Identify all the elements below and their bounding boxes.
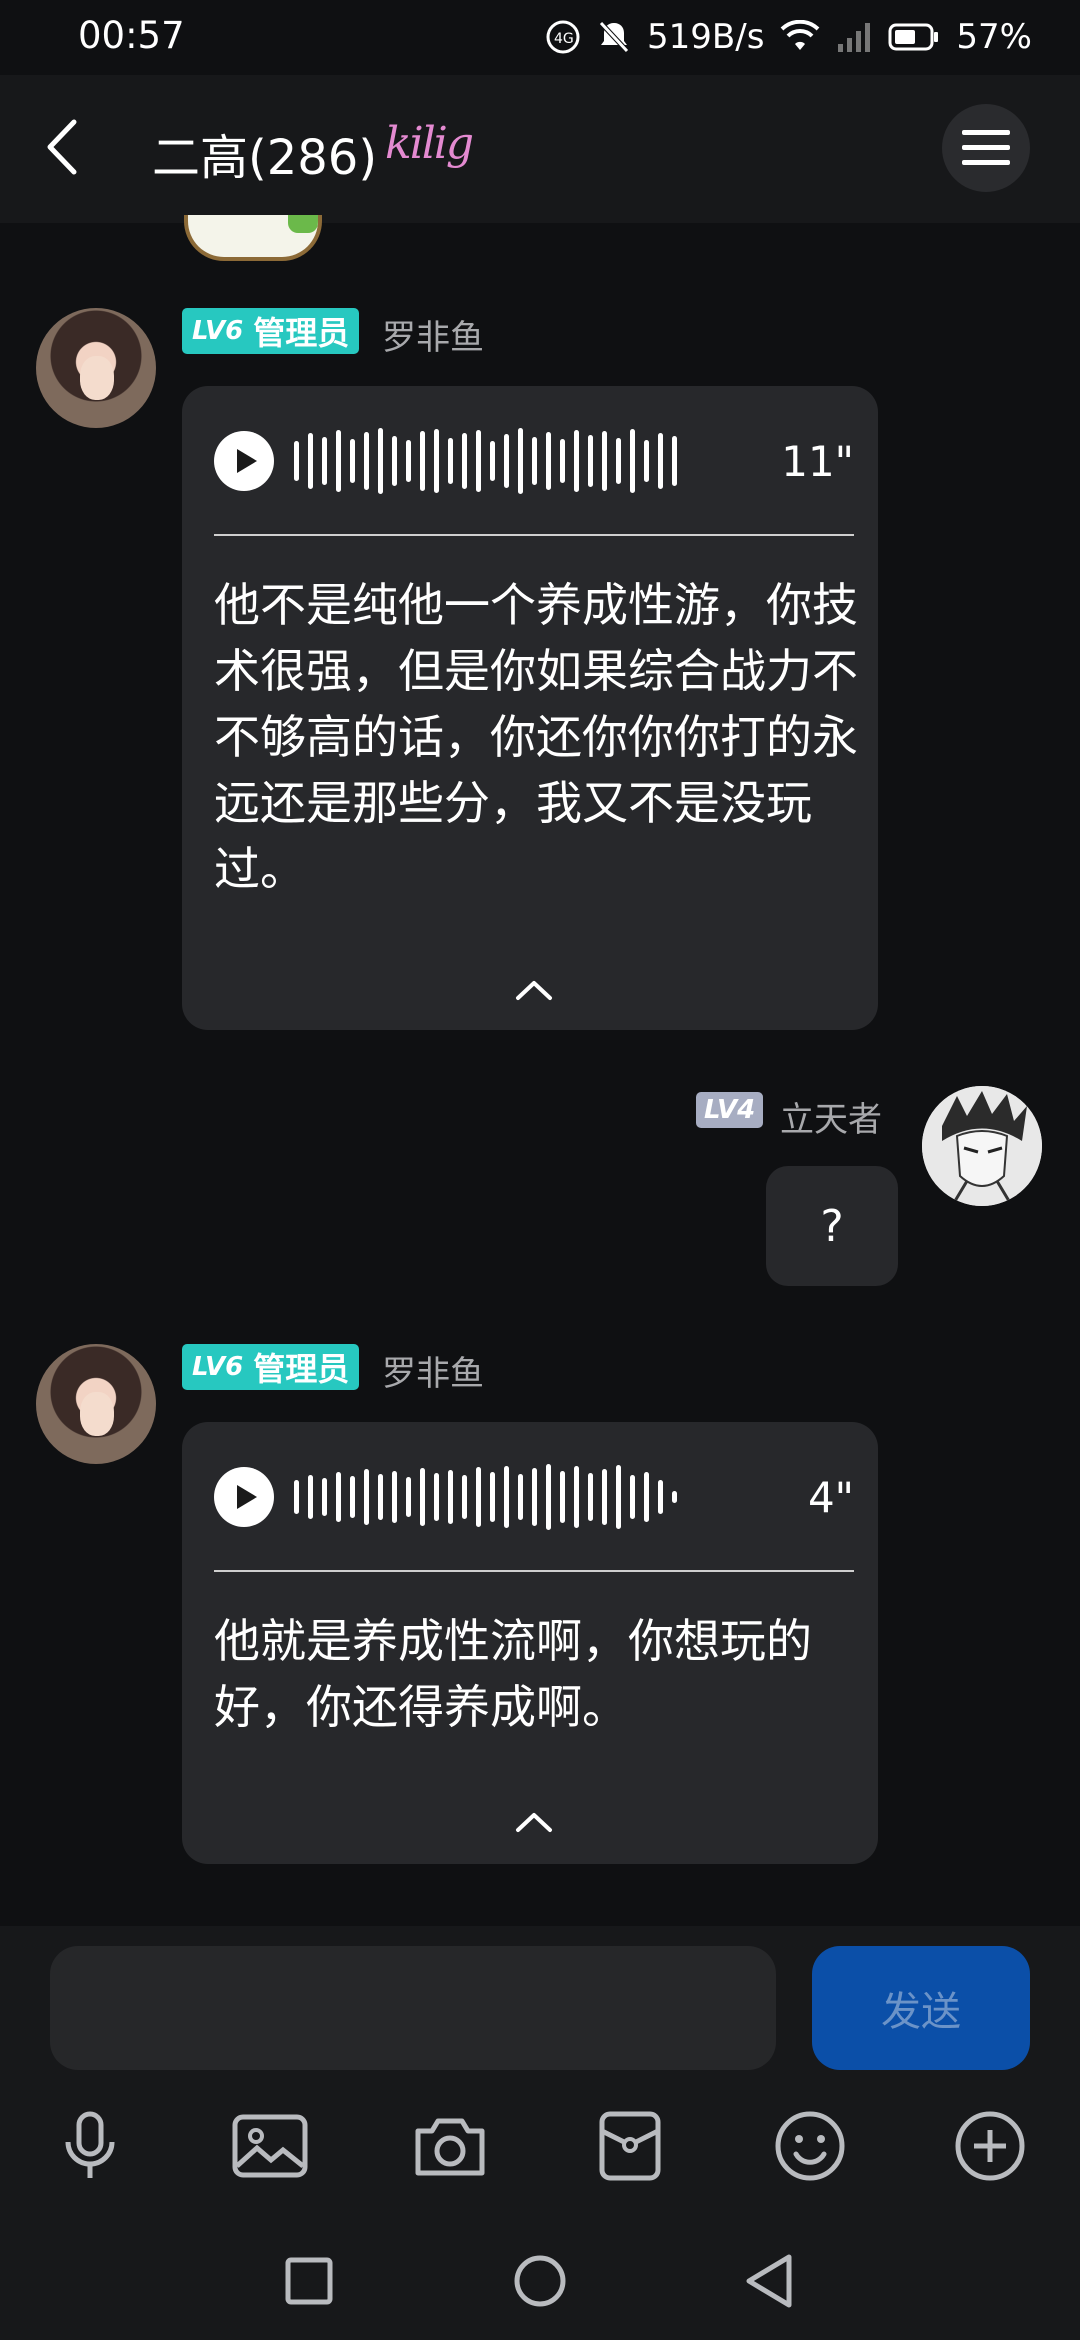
- admin-badge: LV6 管理员: [182, 308, 360, 354]
- back-button[interactable]: [38, 112, 88, 182]
- status-time: 00:57: [78, 14, 185, 57]
- camera-icon: [415, 2118, 485, 2176]
- back-icon: [746, 2254, 792, 2308]
- recents-icon: [285, 2257, 333, 2305]
- voice-player: 11": [214, 426, 854, 496]
- voice-player: 4": [214, 1462, 854, 1532]
- image-icon: [232, 2114, 308, 2178]
- image-button[interactable]: [230, 2106, 310, 2186]
- red-packet-button[interactable]: [590, 2106, 670, 2186]
- status-icons: 4G 519B/s 57%: [545, 14, 1032, 60]
- sender-name[interactable]: 罗非鱼: [382, 310, 484, 359]
- plus-button[interactable]: [950, 2106, 1030, 2186]
- waveform: [294, 426, 677, 496]
- voice-transcript: 他就是养成性流啊，你想玩的好，你还得养成啊。: [214, 1614, 812, 1734]
- signal-icon: [836, 20, 872, 54]
- sticker-image-partial[interactable]: [184, 215, 322, 261]
- chevron-up-icon[interactable]: [514, 978, 554, 1002]
- back-nav-button[interactable]: [735, 2246, 805, 2316]
- home-button[interactable]: [505, 2246, 575, 2316]
- role-label: 管理员: [253, 314, 350, 352]
- svg-text:4G: 4G: [554, 31, 574, 47]
- plus-icon: [955, 2111, 1025, 2181]
- hd-icon: 4G: [545, 19, 581, 55]
- play-button[interactable]: [214, 1467, 274, 1527]
- text-message-bubble[interactable]: ?: [766, 1166, 898, 1286]
- admin-badge: LV6 管理员: [182, 1344, 360, 1390]
- battery-icon: [888, 22, 940, 52]
- play-icon: [237, 1485, 257, 1509]
- voice-duration: 4": [807, 1472, 854, 1522]
- play-button[interactable]: [214, 431, 274, 491]
- voice-message-bubble[interactable]: 4" 他就是养成性流啊，你想玩的好，你还得养成啊。: [182, 1422, 878, 1864]
- emoji-icon: [775, 2111, 845, 2181]
- menu-button[interactable]: [942, 104, 1030, 192]
- level-label: LV6: [192, 316, 244, 346]
- mute-bell-icon: [597, 19, 631, 55]
- network-speed: 519B/s: [647, 17, 765, 57]
- chevron-left-icon: [47, 119, 77, 175]
- chevron-up-icon[interactable]: [514, 1810, 554, 1834]
- battery-percent: 57%: [956, 17, 1032, 57]
- manga-face-icon: [922, 1086, 1042, 1206]
- emoji-button[interactable]: [770, 2106, 850, 2186]
- level-label: LV6: [192, 1352, 244, 1382]
- red-packet-icon: [599, 2111, 661, 2181]
- hamburger-icon: [962, 130, 1010, 165]
- camera-button[interactable]: [410, 2106, 490, 2186]
- avatar[interactable]: [36, 1344, 156, 1464]
- send-button[interactable]: 发送: [812, 1946, 1030, 2070]
- chat-title[interactable]: 二高(286): [152, 118, 377, 188]
- home-icon: [514, 2255, 566, 2307]
- sender-name[interactable]: 立天者: [780, 1092, 882, 1141]
- voice-message-bubble[interactable]: 11" 他不是纯他一个养成性游，你技术很强，但是你如果综合战力不不够高的话，你还…: [182, 386, 878, 1030]
- role-label: 管理员: [253, 1350, 350, 1388]
- message-input[interactable]: [50, 1946, 776, 2070]
- waveform: [294, 1462, 677, 1532]
- play-icon: [237, 449, 257, 473]
- mic-button[interactable]: [50, 2106, 130, 2186]
- mic-icon: [65, 2111, 115, 2178]
- wifi-icon: [780, 20, 820, 54]
- voice-transcript: 他不是纯他一个养成性游，你技术很强，但是你如果综合战力不不够高的话，你还你你你打…: [214, 578, 858, 896]
- recents-button[interactable]: [274, 2246, 344, 2316]
- divider: [214, 1570, 854, 1572]
- avatar[interactable]: [922, 1086, 1042, 1206]
- sender-name[interactable]: 罗非鱼: [382, 1346, 484, 1395]
- divider: [214, 534, 854, 536]
- title-sticker: kilig: [385, 118, 474, 169]
- voice-duration: 11": [781, 436, 854, 486]
- level-badge: LV4: [696, 1092, 764, 1128]
- avatar[interactable]: [36, 308, 156, 428]
